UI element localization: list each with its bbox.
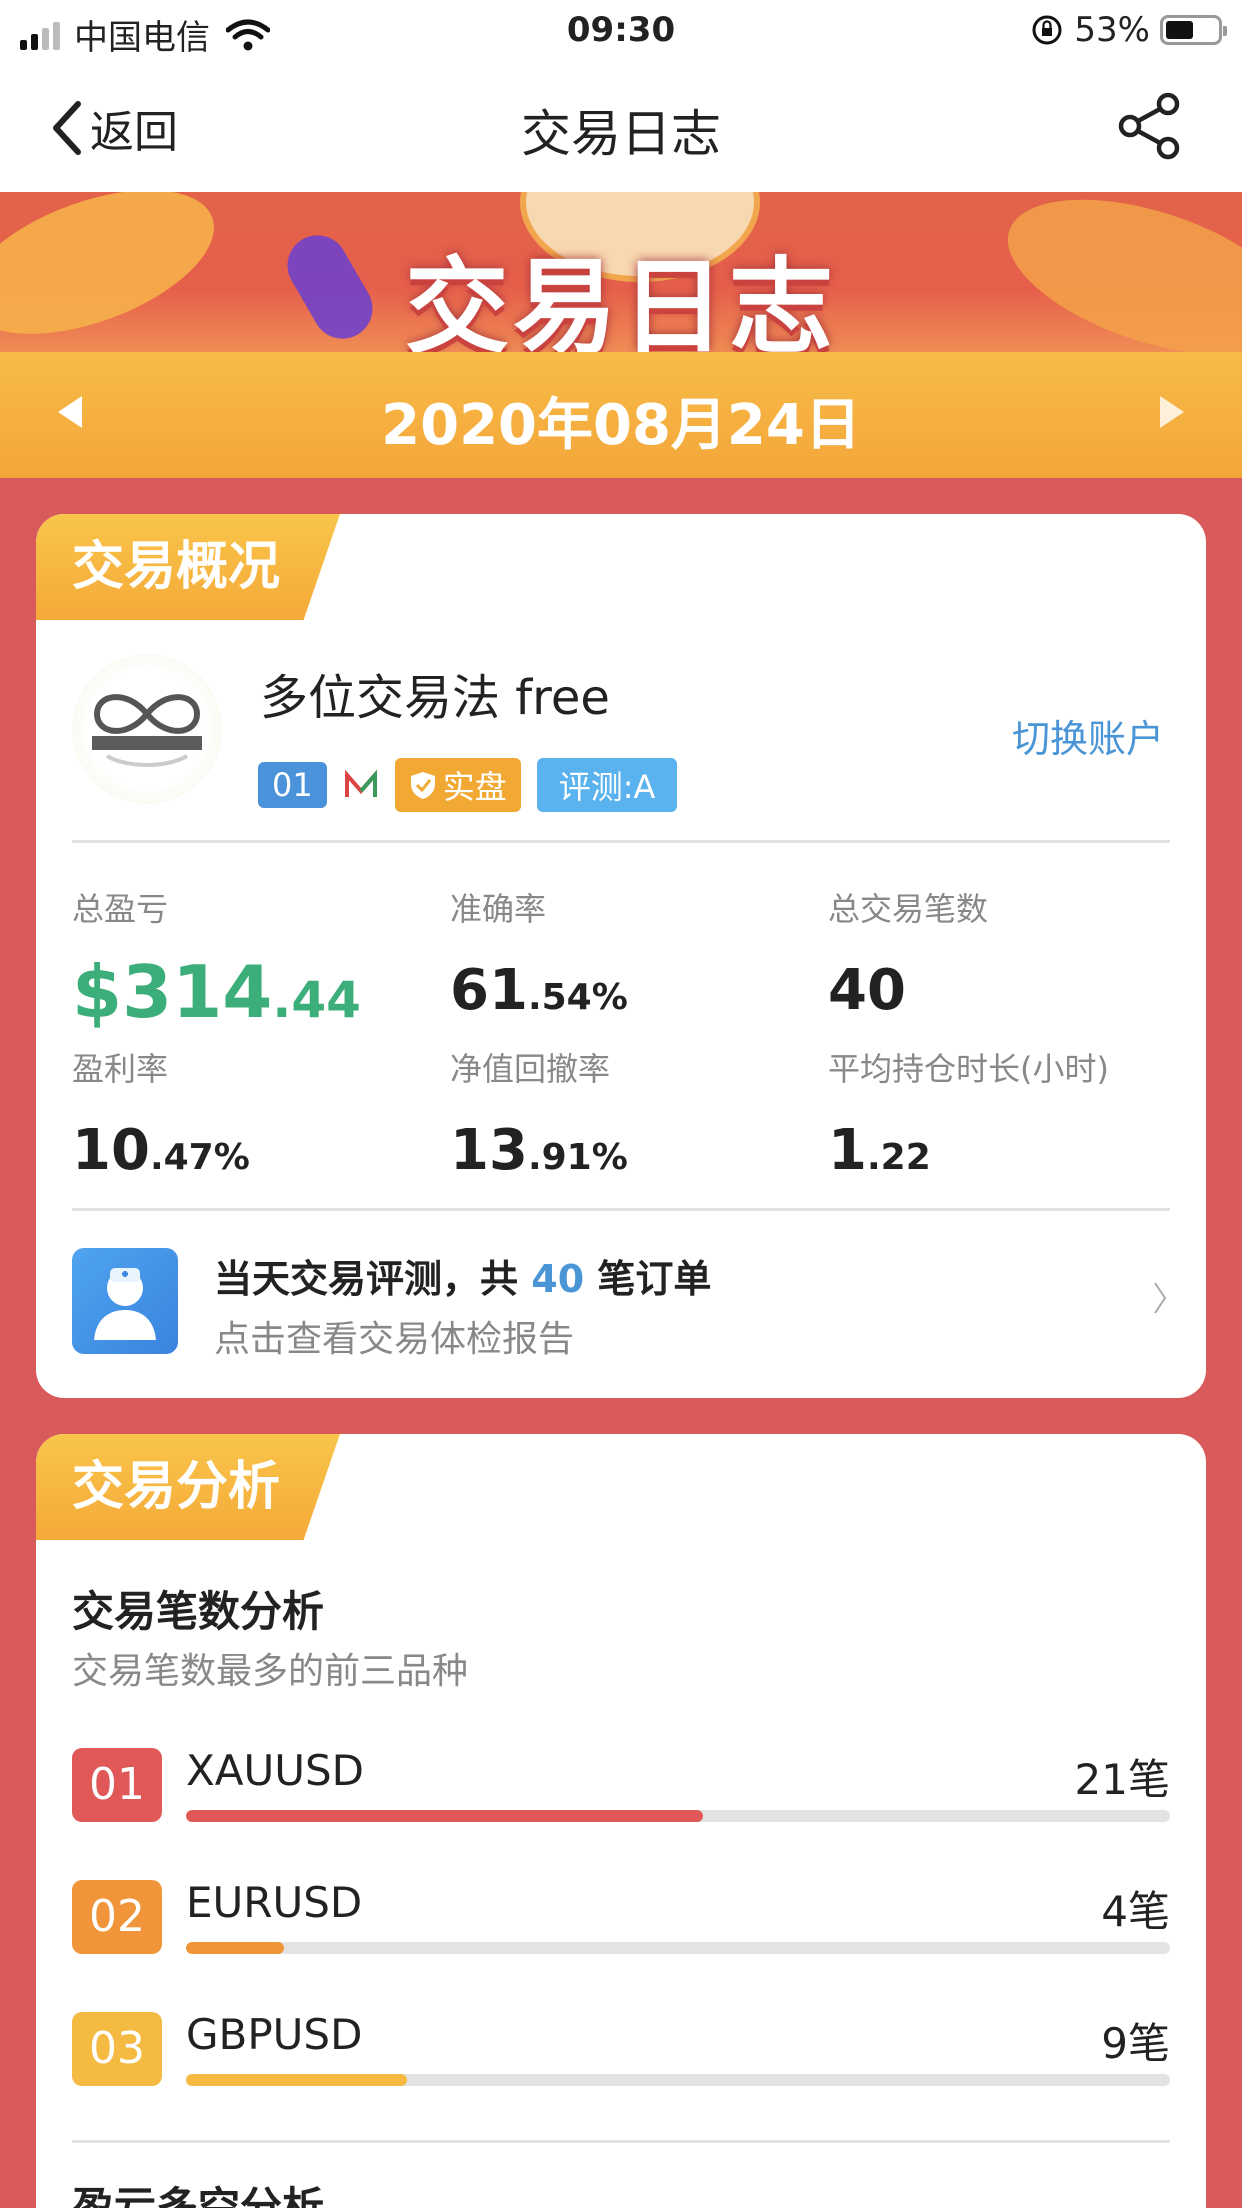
date-label: 2020年08月24日 <box>381 393 861 458</box>
divider <box>72 1208 1170 1211</box>
daily-report-link[interactable]: 当天交易评测，共 40 笔订单 点击查看交易体检报告 <box>72 1248 1170 1360</box>
divider <box>72 2140 1170 2143</box>
stat-value: 10.47% <box>72 1118 250 1183</box>
rank-number: 01 <box>72 1748 162 1822</box>
next-date-icon[interactable] <box>1160 396 1184 428</box>
share-icon[interactable] <box>1118 92 1182 160</box>
battery-icon <box>1160 15 1227 45</box>
real-account-label: 实盘 <box>442 768 507 806</box>
overview-tag: 交易概况 <box>36 514 341 620</box>
rank-number: 03 <box>72 2012 162 2086</box>
stat-value: 61.54% <box>450 958 628 1023</box>
rank-symbol: GBPUSD <box>186 2010 363 2059</box>
section-title: 交易笔数分析 <box>72 1587 325 1636</box>
stat-label: 盈利率 <box>72 1050 169 1088</box>
status-bar: 中国电信 09:30 53% <box>0 0 1242 62</box>
analysis-tag: 交易分析 <box>36 1434 341 1540</box>
broker-logo-icon <box>344 769 377 797</box>
stat-profit-rate: 盈利率 10.47% <box>72 1044 432 1183</box>
rank-row: 02 EURUSD 4笔 <box>72 1878 1170 1960</box>
stat-accuracy: 准确率 61.54% <box>450 884 810 1023</box>
rank-bar-fill <box>186 2074 408 2086</box>
stat-drawdown: 净值回撤率 13.91% <box>450 1044 810 1183</box>
shield-check-icon <box>410 772 435 799</box>
stat-avg-hold: 平均持仓时长(小时) 1.22 <box>828 1044 1188 1183</box>
stat-label: 总交易笔数 <box>828 890 989 928</box>
account-number-badge: 01 <box>258 762 327 808</box>
divider <box>72 840 1170 843</box>
rank-count: 4笔 <box>1101 1887 1170 1936</box>
page-title: 交易日志 <box>521 105 721 163</box>
report-subtitle: 点击查看交易体检报告 <box>214 1319 575 1360</box>
rank-symbol: XAUUSD <box>186 1746 364 1795</box>
header-banner: 交易日志 <box>0 192 1242 352</box>
chevron-right-icon <box>1154 1282 1167 1314</box>
report-title: 当天交易评测，共 40 笔订单 <box>214 1257 712 1301</box>
battery-fill <box>1166 21 1193 39</box>
switch-account-link[interactable]: 切换账户 <box>1012 708 1164 763</box>
rank-count: 9笔 <box>1101 2019 1170 2068</box>
stat-value: 1.22 <box>828 1118 931 1183</box>
account-avatar <box>72 654 222 804</box>
stat-value: 40 <box>828 958 906 1023</box>
stat-value: $314.44 <box>72 950 361 1034</box>
section-title: 盈亏多空分析 <box>72 2183 325 2208</box>
rank-bar-track <box>186 1810 1170 1822</box>
date-selector: 2020年08月24日 <box>0 352 1242 478</box>
stat-total-trades: 总交易笔数 40 <box>828 884 1188 1023</box>
overview-card: 交易概况 多位交易法 free 01 实盘 评测:A 切换账户 总盈亏 $314… <box>36 514 1206 1398</box>
stat-label: 净值回撤率 <box>450 1050 611 1088</box>
section-subtitle: 交易笔数最多的前三品种 <box>72 1651 469 1692</box>
stat-label: 总盈亏 <box>72 890 169 928</box>
rotation-lock-icon <box>1032 15 1062 45</box>
account-badges: 01 实盘 评测:A <box>258 758 678 812</box>
stat-label: 平均持仓时长(小时) <box>828 1050 1109 1088</box>
account-name: 多位交易法 free <box>260 670 610 726</box>
evaluation-badge: 评测:A <box>536 758 678 812</box>
rank-bar-track <box>186 1942 1170 1954</box>
analysis-card: 交易分析 交易笔数分析 交易笔数最多的前三品种 01 XAUUSD 21笔 02… <box>36 1434 1206 2208</box>
nav-bar: 返回 交易日志 <box>0 62 1242 192</box>
rank-count: 21笔 <box>1074 1755 1170 1804</box>
stat-total-pnl: 总盈亏 $314.44 <box>72 884 432 1034</box>
rank-number: 02 <box>72 1880 162 1954</box>
rank-bar-fill <box>186 1810 703 1822</box>
status-right: 53% <box>1030 10 1227 50</box>
stat-value: 13.91% <box>450 1118 628 1183</box>
doctor-icon <box>72 1248 178 1354</box>
rank-row: 03 GBPUSD 9笔 <box>72 2010 1170 2092</box>
stat-label: 准确率 <box>450 890 547 928</box>
rank-bar-track <box>186 2074 1170 2086</box>
rank-bar-fill <box>186 1942 285 1954</box>
banner-title: 交易日志 <box>404 246 837 352</box>
infinity-logo-icon <box>92 694 202 767</box>
real-account-badge: 实盘 <box>394 758 521 812</box>
rank-symbol: EURUSD <box>186 1878 363 1927</box>
rank-row: 01 XAUUSD 21笔 <box>72 1746 1170 1828</box>
battery-percent: 53% <box>1074 10 1150 50</box>
